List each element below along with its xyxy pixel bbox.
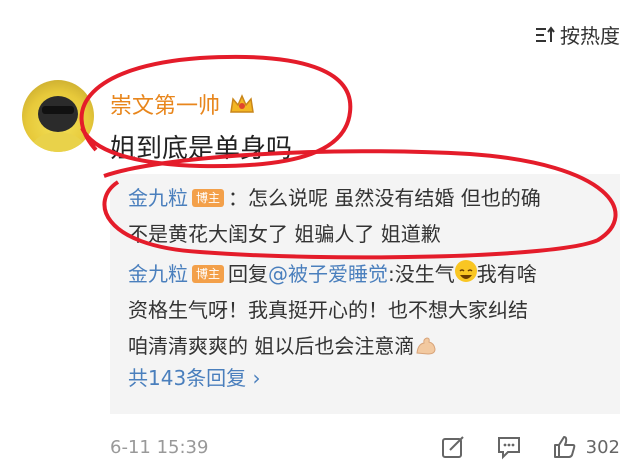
reply-text-line2: 资格生气呀！我真挺开心的！也不想大家纠结 xyxy=(128,298,528,322)
avatar-figure xyxy=(32,96,84,152)
blogger-badge: 博主 xyxy=(192,265,225,283)
reply-item: 金九粒 博主 ：怎么说呢 虽然没有结婚 但也的确 不是黄花大闺女了 姐骗人了 姐道歉 xyxy=(128,180,608,252)
like-count: 302 xyxy=(585,436,620,458)
more-replies-link[interactable]: 共143条回复 › xyxy=(128,362,261,391)
flexed-biceps-emoji-icon xyxy=(416,337,436,355)
comment-timestamp: 6-11 15:39 xyxy=(110,436,209,458)
username-text[interactable]: 崇文第一帅 xyxy=(110,88,220,120)
share-icon[interactable] xyxy=(440,434,466,460)
comment-icon[interactable] xyxy=(496,434,522,460)
comment-text: 姐到底是单身吗 xyxy=(110,134,293,164)
mention-link[interactable]: @被子爱睡觉 xyxy=(268,262,388,286)
comment-actions: 302 xyxy=(440,434,620,460)
reply-text-line1-tail2: 我有啥 xyxy=(476,262,537,286)
comment-footer: 6-11 15:39 302 xyxy=(110,432,620,462)
reply-author[interactable]: 金九粒 xyxy=(128,186,188,210)
reply-author[interactable]: 金九粒 xyxy=(128,262,188,286)
crown-icon xyxy=(230,94,254,113)
reply-text-line3: 咱清清爽爽的 姐以后也会注意滴 xyxy=(128,334,415,358)
reply-item: 金九粒 博主 回复@被子爱睡觉:没生气 我有啥 资格生气呀！我真挺开心的！也不想大家… xyxy=(128,256,608,364)
laughing-emoji-icon xyxy=(454,260,477,282)
reply-text-line2: 不是黄花大闺女了 姐骗人了 姐道歉 xyxy=(128,222,441,246)
like-button[interactable]: 302 xyxy=(552,434,620,460)
sort-by-hotness-button[interactable]: 按热度 xyxy=(534,20,620,49)
like-icon xyxy=(553,436,575,458)
sort-lines-icon xyxy=(536,25,555,42)
reply-prefix: 回复 xyxy=(228,262,269,286)
reply-text-line1: ：怎么说呢 虽然没有结婚 但也的确 xyxy=(228,186,541,210)
reply-text-line1-tail: :没生气 xyxy=(388,262,455,286)
avatar[interactable] xyxy=(22,80,94,152)
sort-label: 按热度 xyxy=(560,24,620,48)
comment-username[interactable]: 崇文第一帅 xyxy=(110,88,256,120)
blogger-badge: 博主 xyxy=(192,189,225,207)
replies-panel: 金九粒 博主 ：怎么说呢 虽然没有结婚 但也的确 不是黄花大闺女了 姐骗人了 姐道歉… xyxy=(110,174,620,414)
